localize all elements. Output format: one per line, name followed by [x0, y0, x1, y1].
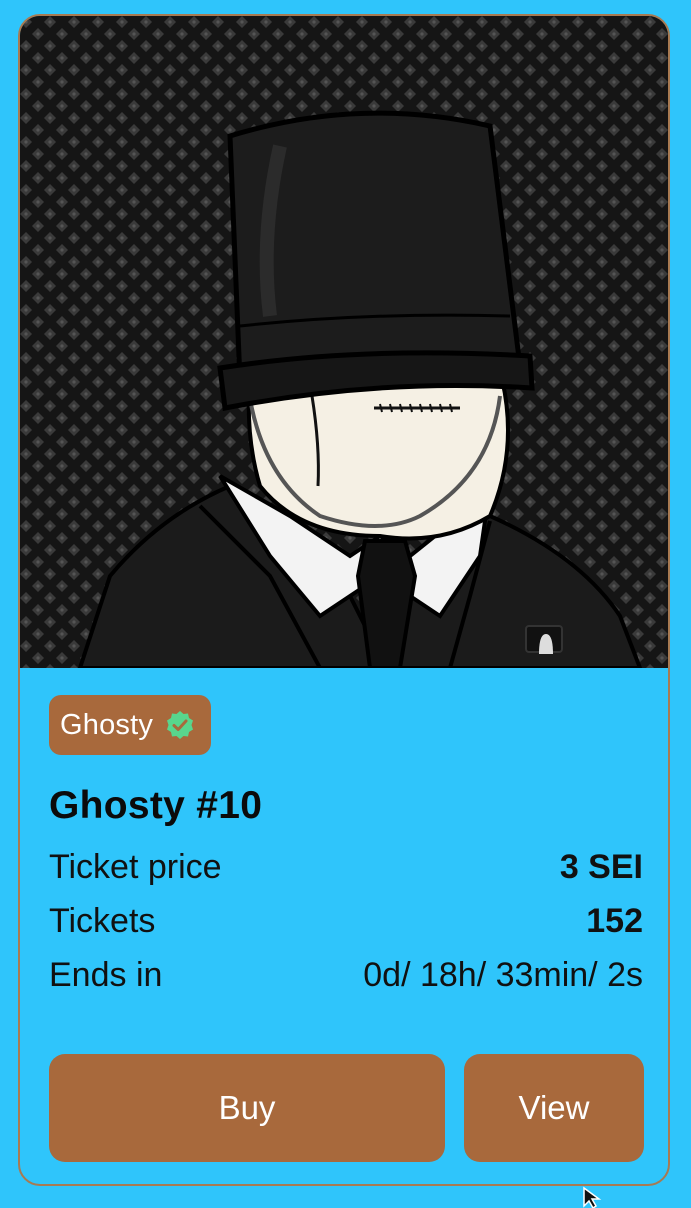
raffle-card: Ghosty Ghosty #10 Ticket price 3 SEI Tic… — [18, 14, 670, 1186]
collection-name: Ghosty — [60, 708, 154, 741]
ends-in-row: Ends in 0d/ 18h/ 33min/ 2s — [49, 956, 643, 995]
mouse-cursor-icon — [583, 1186, 602, 1208]
nft-image[interactable] — [20, 16, 668, 668]
verified-check-icon — [167, 711, 194, 739]
tickets-row: Tickets 152 — [49, 902, 643, 941]
ticket-price-label: Ticket price — [49, 848, 222, 886]
ticket-price-row: Ticket price 3 SEI — [49, 848, 643, 887]
countdown-value: 0d/ 18h/ 33min/ 2s — [363, 956, 643, 994]
tickets-label: Tickets — [49, 902, 156, 940]
ends-in-label: Ends in — [49, 956, 163, 994]
view-button[interactable]: View — [464, 1054, 644, 1162]
nft-title: Ghosty #10 — [49, 784, 263, 827]
collection-badge[interactable]: Ghosty — [49, 695, 212, 755]
buy-button[interactable]: Buy — [49, 1054, 445, 1162]
tickets-value: 152 — [586, 902, 643, 940]
ticket-price-value: 3 SEI — [559, 848, 643, 886]
raffle-info: Ghosty Ghosty #10 Ticket price 3 SEI Tic… — [20, 668, 668, 1184]
ghosty-artwork — [20, 16, 668, 668]
